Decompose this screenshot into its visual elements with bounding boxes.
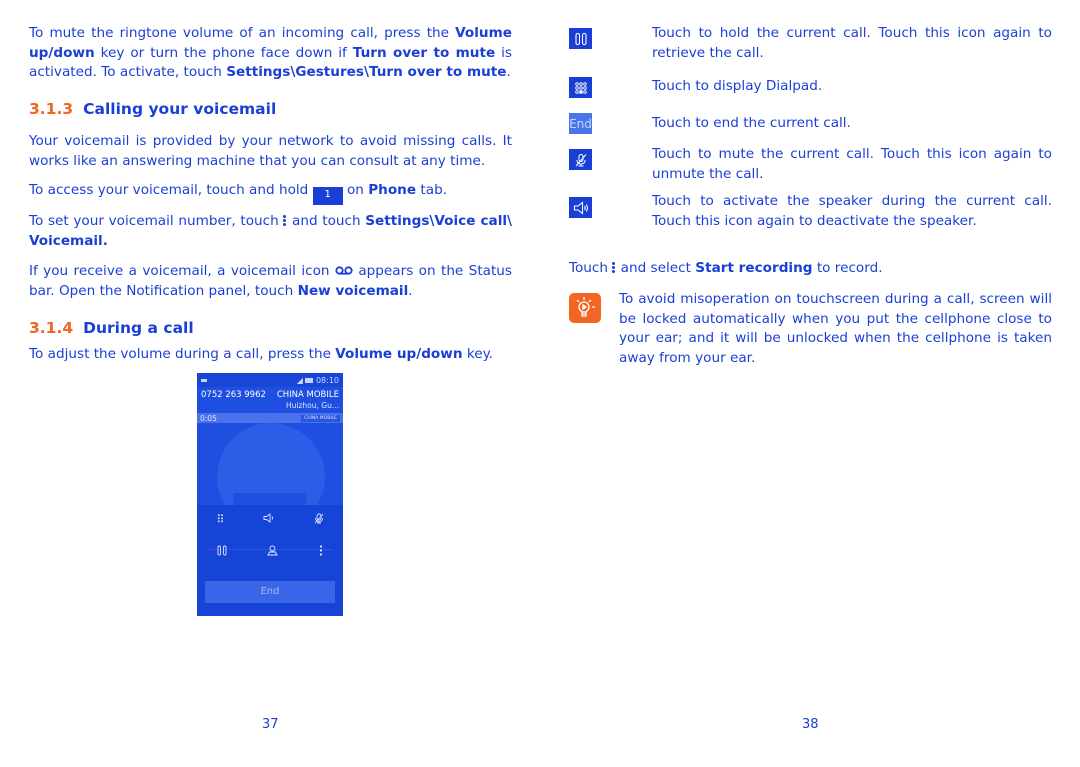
heading-during-call: 3.1.4 During a call — [29, 319, 194, 337]
caller-location: Huizhou, Gu... — [286, 401, 339, 410]
speaker-icon[interactable] — [263, 513, 275, 527]
section-title: Calling your voicemail — [83, 100, 277, 118]
record-paragraph: Touch and select Start recording to reco… — [569, 259, 1052, 279]
mute-icon — [569, 149, 592, 170]
tip-lightbulb-icon — [569, 293, 601, 323]
more-options-icon[interactable] — [319, 545, 323, 559]
caller-row: 0752 263 9962 CHINA MOBILE — [197, 387, 343, 400]
text: key or turn the phone face down if — [94, 44, 353, 61]
voicemail-intro-paragraph: Your voicemail is provided by your netwo… — [29, 133, 512, 169]
status-right: ◢ 08:10 — [297, 376, 339, 385]
call-controls: ⠿ End — [197, 505, 343, 616]
mute-icon[interactable] — [314, 513, 324, 527]
dialpad-icon[interactable]: ⠿ — [216, 513, 224, 527]
controls-row-2 — [197, 545, 343, 559]
text: tab. — [416, 182, 448, 198]
set-voicemail-paragraph: To set your voicemail number, touch and … — [29, 212, 512, 251]
carrier-name: CHINA MOBILE — [276, 390, 339, 400]
mute-ringtone-paragraph: To mute the ringtone volume of an incomi… — [29, 24, 512, 83]
section-title: During a call — [83, 319, 194, 337]
text: To access your voicemail, touch and hold — [29, 182, 313, 198]
bold-text: Phone — [368, 182, 417, 198]
section-number: 3.1.4 — [29, 319, 74, 337]
add-contact-icon[interactable] — [267, 545, 279, 559]
page-number-left: 37 — [262, 717, 279, 732]
bold-text: New voicemail — [297, 282, 409, 299]
text: To adjust the volume during a call, pres… — [29, 346, 336, 362]
caller-number: 0752 263 9962 — [201, 390, 266, 400]
text: To set your voicemail number, touch — [29, 213, 284, 229]
mute-description: Touch to mute the current call. Touch th… — [652, 146, 1052, 182]
bold-text: Settings\Gestures\Turn over to mute — [226, 64, 507, 80]
text: Touch — [569, 260, 613, 276]
text: and select — [616, 260, 696, 276]
bold-text: Volume up/down — [335, 346, 463, 362]
status-bar: ◢ 08:10 — [197, 373, 343, 387]
in-call-screenshot: ◢ 08:10 0752 263 9962 CHINA MOBILE Huizh… — [197, 373, 343, 616]
call-timer: 0:05 — [200, 413, 217, 423]
dialpad-icon — [569, 77, 592, 98]
adjust-volume-paragraph: To adjust the volume during a call, pres… — [29, 345, 512, 365]
hold-icon[interactable] — [217, 545, 227, 559]
text: on — [342, 182, 369, 198]
end-icon: End — [569, 113, 592, 134]
speaker-description: Touch to activate the speaker during the… — [652, 193, 1052, 229]
end-call-button[interactable]: End — [205, 581, 335, 603]
voicemail-icon — [335, 266, 353, 275]
signal-icon: ◢ — [296, 375, 303, 385]
battery-icon — [305, 377, 314, 383]
text: To mute the ringtone volume of an incomi… — [29, 25, 456, 41]
text: . — [408, 282, 413, 299]
text: to record. — [812, 260, 883, 276]
bold-text: Start recording — [695, 260, 813, 276]
hold-icon — [569, 28, 592, 49]
status-time: 08:10 — [315, 375, 339, 385]
end-description: Touch to end the current call. — [652, 115, 851, 131]
notification-icon — [201, 378, 207, 382]
controls-row-1: ⠿ — [197, 513, 343, 527]
access-voicemail-paragraph: To access your voicemail, touch and hold… — [29, 181, 512, 205]
text: key. — [462, 346, 493, 362]
key-1-icon: 1 — [312, 187, 343, 205]
bold-text: Turn over to mute — [352, 44, 496, 61]
text: . — [506, 64, 511, 80]
text: If you receive a voicemail, a voicemail … — [29, 263, 335, 279]
call-timer-bar: 0:05 CHINA MOBILE — [197, 413, 343, 423]
text: and touch — [287, 213, 366, 229]
heading-calling-voicemail: 3.1.3 Calling your voicemail — [29, 100, 276, 118]
dialpad-description: Touch to display Dialpad. — [652, 78, 823, 94]
sim-chip: CHINA MOBILE — [301, 414, 340, 422]
page-number-right: 38 — [802, 717, 819, 732]
tip-paragraph: To avoid misoperation on touchscreen dur… — [619, 291, 1052, 366]
hold-description: Touch to hold the current call. Touch th… — [652, 25, 1052, 61]
section-number: 3.1.3 — [29, 100, 74, 118]
receive-voicemail-paragraph: If you receive a voicemail, a voicemail … — [29, 262, 512, 301]
speaker-icon — [569, 197, 592, 218]
